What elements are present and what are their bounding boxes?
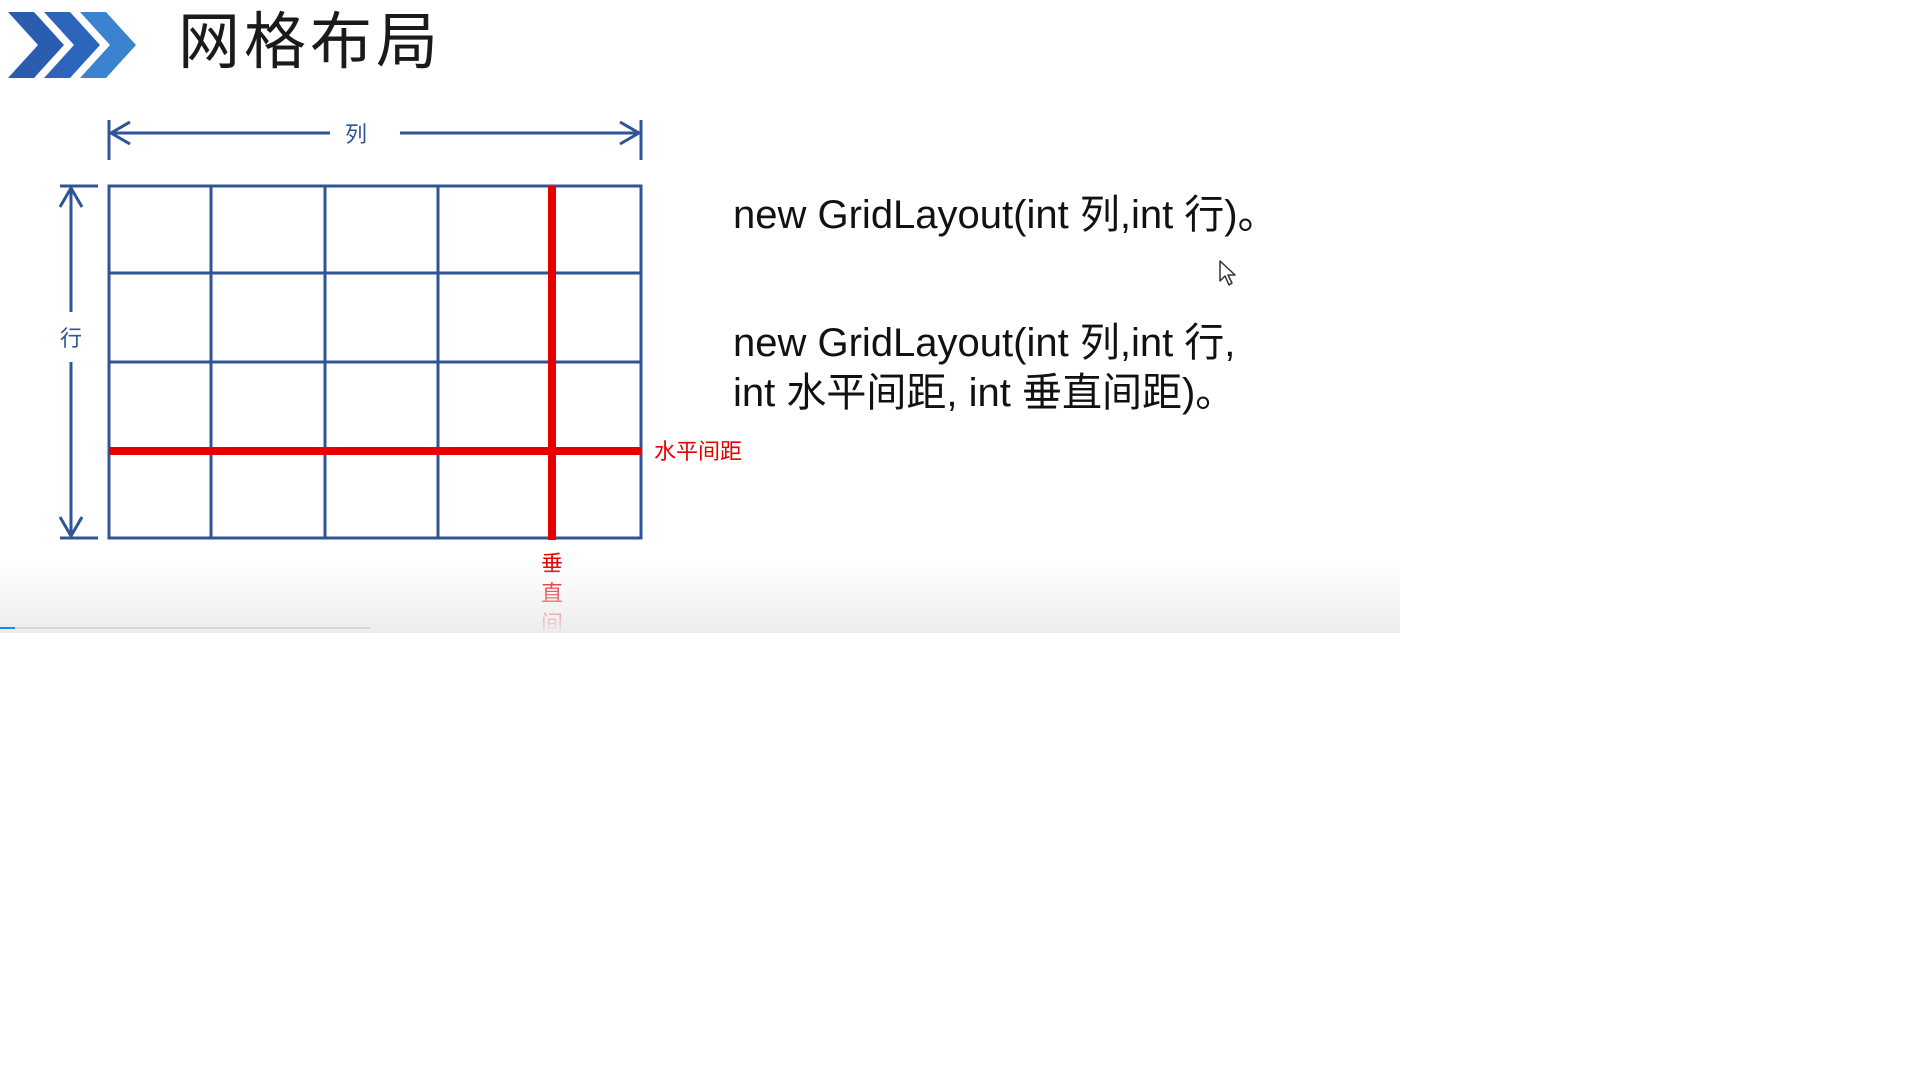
playback-progress-fill <box>0 627 15 629</box>
row-dimension-arrow <box>58 184 98 540</box>
horizontal-gap-label: 水平间距 <box>654 440 742 465</box>
vertical-gap-char-2: 直 <box>541 582 563 607</box>
vertical-gap-char-3: 间 <box>541 612 563 633</box>
mouse-cursor-icon <box>1219 260 1236 286</box>
code-text: new GridLayout(int 列,int 行)。 <box>733 193 1278 237</box>
code-text-line-a: new GridLayout(int 列,int 行, <box>733 321 1236 365</box>
column-label: 列 <box>345 123 367 148</box>
code-line-constructor-2-args: new GridLayout(int 列,int 行)。 <box>733 190 1278 240</box>
grid <box>107 184 643 540</box>
column-dimension-arrow <box>107 120 643 160</box>
code-line-constructor-4-args: new GridLayout(int 列,int 行, int 水平间距, in… <box>733 318 1235 418</box>
playback-progress-bar[interactable] <box>0 627 370 629</box>
slide: 网格布局 列 行 水平间距 垂 直 间 new GridLayout(int 列… <box>0 0 1400 633</box>
row-label: 行 <box>60 327 82 352</box>
code-text-line-b: int 水平间距, int 垂直间距)。 <box>733 371 1236 415</box>
vertical-gap-char-1: 垂 <box>541 552 563 577</box>
grid-layout-diagram: 列 行 水平间距 垂 直 间 <box>58 120 742 633</box>
